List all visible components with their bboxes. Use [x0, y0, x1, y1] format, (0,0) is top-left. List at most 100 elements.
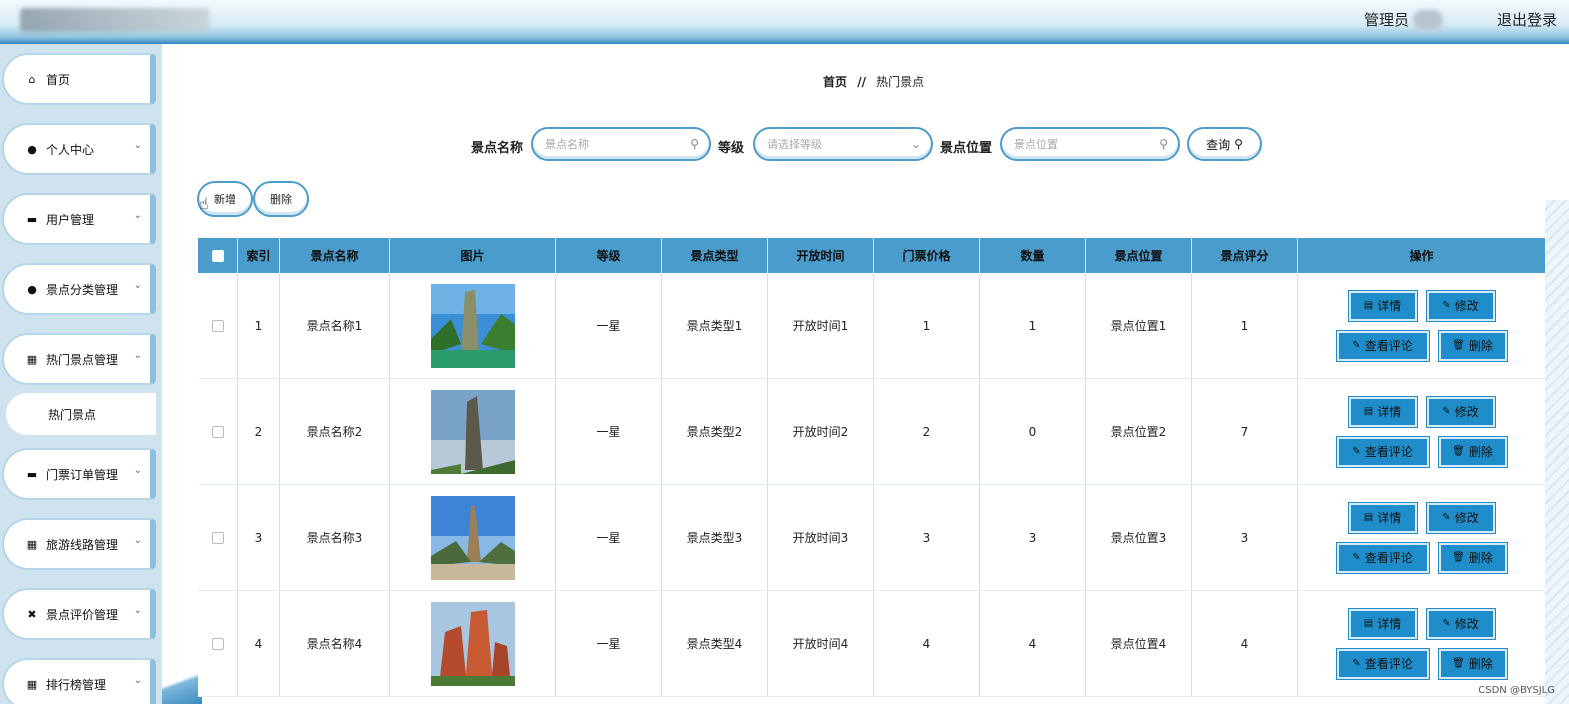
edit-label: 修改: [1454, 299, 1479, 313]
row-image-cell: [390, 379, 556, 484]
row-location: 景点位置1: [1086, 273, 1192, 378]
sidebar-item-label: 旅游线路管理: [46, 537, 119, 552]
detail-button[interactable]: ▤ 详情: [1347, 607, 1418, 640]
table-header: 索引 景点名称 图片 等级 景点类型 开放时间 门票价格 数量 景点位置 景点评分 操作: [198, 238, 1545, 273]
level-select[interactable]: 请选择等级 ⌄: [753, 127, 933, 161]
detail-button[interactable]: ▤ 详情: [1347, 289, 1418, 322]
name-search-input[interactable]: 景点名称 ⚲: [531, 127, 711, 161]
edit-button[interactable]: ✎ 修改: [1425, 289, 1496, 322]
row-level: 一星: [556, 379, 662, 484]
edit-icon: ✎: [1352, 446, 1361, 457]
view-comments-label: 查看评论: [1364, 551, 1413, 565]
row-location: 景点位置2: [1086, 379, 1192, 484]
breadcrumb-home[interactable]: 首页: [823, 75, 847, 89]
sidebar-item-6[interactable]: ▬ 门票订单管理 ⌄: [2, 448, 156, 500]
scenic-thumbnail[interactable]: [430, 283, 515, 368]
row-price: 2: [874, 379, 980, 484]
sidebar-item-2[interactable]: ● 个人中心 ⌄: [2, 123, 156, 175]
sidebar: ⌂ 首页 ● 个人中心 ⌄ ▬ 用户管理 ⌄ ● 景点分类管理 ⌄ ▦ 热门景点管理 ⌄ ▬ 门票订单管理 ⌄ ▦…: [0, 44, 162, 704]
row-type: 景点类型2: [662, 379, 768, 484]
row-checkbox[interactable]: [211, 531, 224, 544]
detail-button[interactable]: ▤ 详情: [1347, 501, 1418, 534]
row-delete-button[interactable]: 🗑 删除: [1437, 647, 1508, 680]
sidebar-item-7[interactable]: ▦ 旅游线路管理 ⌄: [2, 518, 156, 570]
row-checkbox[interactable]: [211, 637, 224, 650]
row-score: 1: [1192, 273, 1298, 378]
query-button[interactable]: 查询 ⚲: [1187, 127, 1262, 161]
detail-button[interactable]: ▤ 详情: [1347, 395, 1418, 428]
document-icon: ▤: [1363, 300, 1374, 311]
row-level: 一星: [556, 591, 662, 696]
admin-name-blurred: [1413, 9, 1443, 30]
row-type: 景点类型3: [662, 485, 768, 590]
row-checkbox[interactable]: [211, 425, 224, 438]
scenic-thumbnail[interactable]: [430, 601, 515, 686]
breadcrumb-current: 热门景点: [876, 75, 925, 89]
row-checkbox[interactable]: [211, 319, 224, 332]
view-comments-label: 查看评论: [1364, 445, 1413, 459]
edit-icon: ✎: [1442, 512, 1451, 523]
column-header: 操作: [1409, 249, 1434, 263]
row-score: 3: [1192, 485, 1298, 590]
location-search-input[interactable]: 景点位置 ⚲: [1000, 127, 1180, 161]
table-row: 1 景点名称1 一星 景点类型1 开放时间1 1 1 景点位置1 1 ▤ 详情 ✎ 修改 ✎ 查看评论 🗑 删除: [198, 273, 1545, 379]
edit-button[interactable]: ✎ 修改: [1425, 607, 1496, 640]
column-header: 开放时间: [768, 238, 874, 273]
view-comments-label: 查看评论: [1364, 657, 1413, 671]
row-delete-button[interactable]: 🗑 删除: [1437, 329, 1508, 362]
sidebar-item-5[interactable]: ▦ 热门景点管理 ⌄: [2, 333, 156, 385]
sidebar-item-8[interactable]: ✖ 景点评价管理 ⌄: [2, 588, 156, 640]
row-index: 4: [238, 591, 280, 696]
view-comments-button[interactable]: ✎ 查看评论: [1335, 647, 1430, 680]
sidebar-item-9[interactable]: ▦ 排行榜管理 ⌄: [2, 658, 156, 704]
edit-icon: ✎: [1442, 406, 1451, 417]
scenic-thumbnail[interactable]: [430, 495, 515, 580]
grid-icon: ▦: [26, 352, 38, 366]
row-delete-button[interactable]: 🗑 删除: [1437, 541, 1508, 574]
document-icon: ▤: [1363, 512, 1374, 523]
sidebar-item-label: 个人中心: [46, 142, 95, 157]
decorative-stripes: [1545, 200, 1569, 704]
sidebar-item-1[interactable]: ⌂ 首页: [2, 53, 156, 105]
view-comments-button[interactable]: ✎ 查看评论: [1335, 435, 1430, 468]
row-delete-button[interactable]: 🗑 删除: [1437, 435, 1508, 468]
row-select-cell: [198, 379, 238, 484]
edit-button[interactable]: ✎ 修改: [1425, 501, 1496, 534]
column-header: 索引: [238, 238, 280, 273]
ticket-icon: ▬: [26, 467, 38, 481]
edit-icon: ✎: [1352, 658, 1361, 669]
sidebar-item-label: 排行榜管理: [46, 677, 107, 692]
row-actions: ▤ 详情 ✎ 修改 ✎ 查看评论 🗑 删除: [1298, 485, 1545, 590]
select-all-checkbox[interactable]: [211, 249, 224, 262]
row-delete-label: 删除: [1468, 339, 1493, 353]
sidebar-item-label: 门票订单管理: [46, 467, 119, 482]
table-row: 3 景点名称3 一星 景点类型3 开放时间3 3 3 景点位置3 3 ▤ 详情 ✎ 修改 ✎ 查看评论 🗑 删除: [198, 485, 1545, 591]
logout-link[interactable]: 退出登录: [1497, 9, 1557, 30]
sidebar-item-label: 景点分类管理: [46, 282, 119, 297]
row-price: 4: [874, 591, 980, 696]
view-comments-button[interactable]: ✎ 查看评论: [1335, 541, 1430, 574]
user-icon: ●: [27, 282, 37, 296]
edit-label: 修改: [1454, 405, 1479, 419]
sidebar-item-4[interactable]: ● 景点分类管理 ⌄: [2, 263, 156, 315]
column-header: 景点名称: [280, 238, 390, 273]
row-level: 一星: [556, 273, 662, 378]
bulk-delete-button[interactable]: 删除: [253, 181, 309, 217]
row-name: 景点名称4: [280, 591, 390, 696]
sidebar-subitem-hot-spots[interactable]: 热门景点: [6, 393, 156, 435]
user-icon: ●: [27, 142, 37, 156]
chevron-down-icon: ⌄: [133, 210, 142, 221]
view-comments-button[interactable]: ✎ 查看评论: [1335, 329, 1430, 362]
column-header: 景点位置: [1086, 238, 1192, 273]
scenic-thumbnail[interactable]: [430, 389, 515, 474]
row-location: 景点位置4: [1086, 591, 1192, 696]
row-open-time: 开放时间4: [768, 591, 874, 696]
top-header: 管理员 退出登录: [0, 0, 1569, 44]
row-delete-label: 删除: [1468, 445, 1493, 459]
row-count: 3: [980, 485, 1086, 590]
edit-label: 修改: [1454, 511, 1479, 525]
sidebar-item-3[interactable]: ▬ 用户管理 ⌄: [2, 193, 156, 245]
edit-button[interactable]: ✎ 修改: [1425, 395, 1496, 428]
row-index: 1: [238, 273, 280, 378]
row-image-cell: [390, 485, 556, 590]
